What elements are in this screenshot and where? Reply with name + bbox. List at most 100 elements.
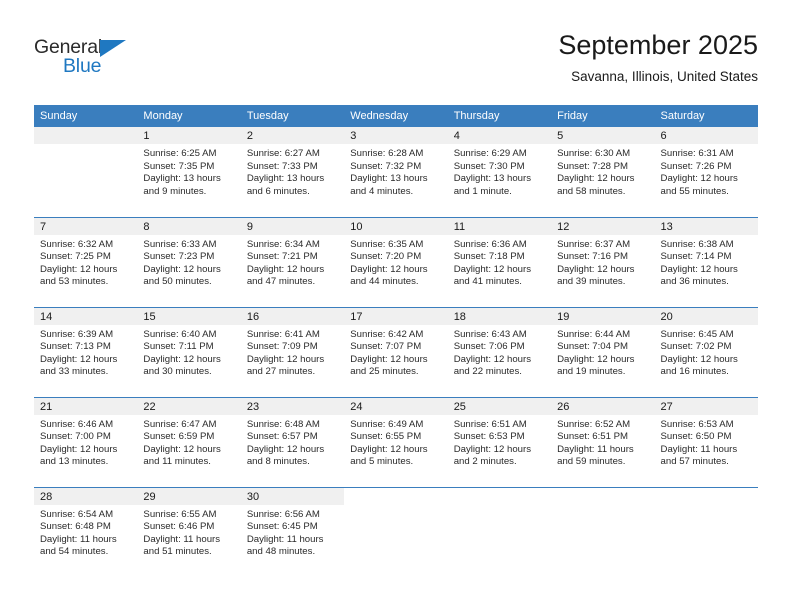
sunrise-time: Sunrise: 6:28 AM bbox=[350, 148, 424, 159]
day-details: Sunrise: 6:33 AM Sunset: 7:23 PM Daylight:… bbox=[137, 235, 240, 289]
sunrise-time: Sunrise: 6:32 AM bbox=[40, 238, 114, 250]
sunset-time: Sunset: 7:11 PM bbox=[143, 341, 214, 353]
day-number: 8 bbox=[137, 217, 241, 235]
calendar-day-cell[interactable]: 13 Sunrise: 6:38 AM Sunset: 7:14 PM Dayligh… bbox=[654, 216, 758, 307]
calendar-day-cell[interactable]: 9 Sunrise: 6:34 AM Sunset: 7:21 PM Daylight… bbox=[240, 216, 345, 307]
calendar-day-cell[interactable]: 20 Sunrise: 6:45 AM Sunset: 7:02 PM Dayligh… bbox=[654, 306, 758, 397]
day-details: Sunrise: 6:47 AM Sunset: 6:59 PM Daylight:… bbox=[137, 415, 240, 469]
daylight-duration-line2: and 58 minutes. bbox=[557, 185, 626, 197]
sunset-time: Sunset: 6:48 PM bbox=[40, 521, 111, 533]
daylight-duration-line2: and 8 minutes. bbox=[246, 456, 310, 468]
calendar-day-cell[interactable]: 16 Sunrise: 6:41 AM Sunset: 7:09 PM Dayligh… bbox=[240, 306, 345, 397]
calendar-day-cell[interactable]: 4 Sunrise: 6:29 AM Sunset: 7:30 PM Daylight… bbox=[447, 127, 552, 217]
daylight-duration-line2: and 44 minutes. bbox=[350, 276, 419, 288]
calendar-day-cell[interactable]: 30 Sunrise: 6:56 AM Sunset: 6:45 PM Dayligh… bbox=[240, 486, 345, 577]
title-block: September 2025 Savanna, Illinois, United… bbox=[558, 30, 758, 85]
calendar-day-cell[interactable]: 28 Sunrise: 6:54 AM Sunset: 6:48 PM Dayligh… bbox=[34, 486, 138, 577]
daylight-duration-line2: and 11 minutes. bbox=[143, 456, 211, 468]
calendar-day-cell[interactable]: 19 Sunrise: 6:44 AM Sunset: 7:04 PM Dayligh… bbox=[551, 306, 655, 397]
daylight-duration-line1: Daylight: 12 hours bbox=[453, 353, 532, 365]
sunset-time: Sunset: 7:18 PM bbox=[453, 251, 525, 263]
calendar-day-cell[interactable]: 24 Sunrise: 6:49 AM Sunset: 6:55 PM Dayligh… bbox=[344, 396, 448, 487]
day-details: Sunrise: 6:27 AM Sunset: 7:33 PM Daylight:… bbox=[241, 144, 344, 198]
day-number: 23 bbox=[240, 397, 345, 415]
calendar-day-cell[interactable]: 14 Sunrise: 6:39 AM Sunset: 7:13 PM Dayligh… bbox=[34, 306, 138, 397]
day-number: 12 bbox=[551, 217, 655, 235]
sunset-time: Sunset: 6:59 PM bbox=[143, 431, 215, 443]
calendar-day-cell[interactable]: 25 Sunrise: 6:51 AM Sunset: 6:53 PM Dayligh… bbox=[447, 396, 552, 487]
calendar-day-cell[interactable]: 15 Sunrise: 6:40 AM Sunset: 7:11 PM Dayligh… bbox=[137, 306, 241, 397]
sunrise-time: Sunrise: 6:36 AM bbox=[453, 238, 527, 250]
day-details: Sunrise: 6:25 AM Sunset: 7:35 PM Daylight:… bbox=[137, 144, 240, 198]
sunset-time: Sunset: 7:14 PM bbox=[660, 251, 732, 263]
daylight-duration-line2: and 25 minutes. bbox=[350, 366, 419, 378]
calendar-day-cell[interactable]: 5 Sunrise: 6:30 AM Sunset: 7:28 PM Daylight… bbox=[551, 127, 655, 217]
sunrise-time: Sunrise: 6:42 AM bbox=[350, 328, 424, 340]
daylight-duration-line2: and 57 minutes. bbox=[660, 456, 729, 468]
page-title: September 2025 bbox=[558, 30, 758, 60]
daylight-duration-line2: and 22 minutes. bbox=[453, 366, 522, 378]
sunrise-time: Sunrise: 6:37 AM bbox=[557, 238, 631, 250]
calendar-day-cell[interactable]: 23 Sunrise: 6:48 AM Sunset: 6:57 PM Dayligh… bbox=[240, 396, 345, 487]
calendar-week-row: 7 Sunrise: 6:32 AM Sunset: 7:25 PM Daylight… bbox=[34, 216, 758, 307]
calendar-day-cell[interactable]: 29 Sunrise: 6:55 AM Sunset: 6:46 PM Dayligh… bbox=[137, 486, 241, 577]
calendar-day-cell[interactable]: 2 Sunrise: 6:27 AM Sunset: 7:33 PM Daylight… bbox=[240, 127, 345, 217]
daylight-duration-line2: and 54 minutes. bbox=[40, 546, 109, 558]
calendar-empty-cell bbox=[344, 486, 448, 577]
calendar-day-cell[interactable]: 27 Sunrise: 6:53 AM Sunset: 6:50 PM Dayligh… bbox=[654, 396, 758, 487]
day-number: 7 bbox=[34, 217, 138, 235]
general-blue-logo[interactable]: General Blue bbox=[34, 37, 164, 86]
sunrise-time: Sunrise: 6:54 AM bbox=[40, 508, 114, 520]
calendar-day-cell[interactable]: 6 Sunrise: 6:31 AM Sunset: 7:26 PM Daylight… bbox=[654, 127, 758, 217]
calendar-day-cell[interactable]: 18 Sunrise: 6:43 AM Sunset: 7:06 PM Dayligh… bbox=[447, 306, 552, 397]
daylight-duration-line1: Daylight: 13 hours bbox=[453, 173, 532, 185]
day-number: 21 bbox=[34, 397, 138, 415]
sunrise-time: Sunrise: 6:33 AM bbox=[143, 238, 217, 250]
sunrise-time: Sunrise: 6:30 AM bbox=[557, 148, 631, 159]
sunset-time: Sunset: 6:51 PM bbox=[557, 431, 629, 443]
calendar-day-cell[interactable]: 26 Sunrise: 6:52 AM Sunset: 6:51 PM Dayligh… bbox=[551, 396, 655, 487]
daylight-duration-line2: and 1 minute. bbox=[453, 185, 512, 197]
calendar-day-cell[interactable]: 8 Sunrise: 6:33 AM Sunset: 7:23 PM Daylight… bbox=[137, 216, 241, 307]
calendar-day-cell[interactable]: 22 Sunrise: 6:47 AM Sunset: 6:59 PM Dayligh… bbox=[137, 396, 241, 487]
day-number: 3 bbox=[344, 127, 448, 144]
daylight-duration-line2: and 16 minutes. bbox=[660, 366, 729, 378]
day-number: 14 bbox=[34, 307, 138, 325]
calendar-day-cell[interactable]: 10 Sunrise: 6:35 AM Sunset: 7:20 PM Dayligh… bbox=[344, 216, 448, 307]
sunset-time: Sunset: 7:30 PM bbox=[453, 160, 525, 172]
day-details: Sunrise: 6:36 AM Sunset: 7:18 PM Daylight:… bbox=[448, 235, 551, 289]
sunset-time: Sunset: 7:32 PM bbox=[350, 160, 422, 172]
calendar-day-cell[interactable]: 7 Sunrise: 6:32 AM Sunset: 7:25 PM Daylight… bbox=[34, 216, 138, 307]
weekday-header-monday: Monday bbox=[137, 105, 241, 127]
daylight-duration-line2: and 2 minutes. bbox=[453, 456, 517, 468]
daylight-duration-line2: and 53 minutes. bbox=[40, 276, 109, 288]
sunset-time: Sunset: 6:50 PM bbox=[660, 431, 732, 443]
calendar-day-cell[interactable]: 12 Sunrise: 6:37 AM Sunset: 7:16 PM Dayligh… bbox=[551, 216, 655, 307]
day-details: Sunrise: 6:45 AM Sunset: 7:02 PM Daylight:… bbox=[655, 325, 758, 379]
sunset-time: Sunset: 7:28 PM bbox=[557, 160, 629, 172]
calendar-day-cell[interactable]: 3 Sunrise: 6:28 AM Sunset: 7:32 PM Daylight… bbox=[344, 127, 448, 217]
calendar-day-cell[interactable]: 1 Sunrise: 6:25 AM Sunset: 7:35 PM Daylight… bbox=[137, 127, 241, 217]
sunset-time: Sunset: 7:13 PM bbox=[40, 341, 111, 353]
day-number bbox=[344, 487, 448, 505]
daylight-duration-line1: Daylight: 13 hours bbox=[143, 173, 221, 185]
calendar-day-cell[interactable]: 11 Sunrise: 6:36 AM Sunset: 7:18 PM Dayligh… bbox=[447, 216, 552, 307]
calendar-day-cell[interactable]: 21 Sunrise: 6:46 AM Sunset: 7:00 PM Dayligh… bbox=[34, 396, 138, 487]
calendar-day-cell[interactable]: 17 Sunrise: 6:42 AM Sunset: 7:07 PM Dayligh… bbox=[344, 306, 448, 397]
sunset-time: Sunset: 7:21 PM bbox=[246, 251, 318, 263]
day-details: Sunrise: 6:56 AM Sunset: 6:45 PM Daylight:… bbox=[241, 505, 344, 559]
daylight-duration-line1: Daylight: 12 hours bbox=[40, 353, 118, 365]
calendar-week-row: 14 Sunrise: 6:39 AM Sunset: 7:13 PM Dayligh… bbox=[34, 306, 758, 397]
sunrise-time: Sunrise: 6:55 AM bbox=[143, 508, 217, 520]
day-number: 9 bbox=[240, 217, 345, 235]
daylight-duration-line1: Daylight: 13 hours bbox=[350, 173, 428, 185]
day-details: Sunrise: 6:32 AM Sunset: 7:25 PM Daylight:… bbox=[34, 235, 137, 289]
sunrise-time: Sunrise: 6:34 AM bbox=[246, 238, 320, 250]
day-details: Sunrise: 6:55 AM Sunset: 6:46 PM Daylight:… bbox=[137, 505, 240, 559]
daylight-duration-line2: and 9 minutes. bbox=[143, 185, 207, 197]
daylight-duration-line1: Daylight: 12 hours bbox=[660, 173, 738, 185]
sunrise-time: Sunrise: 6:41 AM bbox=[246, 328, 320, 340]
daylight-duration-line2: and 47 minutes. bbox=[246, 276, 316, 288]
sunrise-time: Sunrise: 6:39 AM bbox=[40, 328, 114, 340]
day-number: 22 bbox=[137, 397, 241, 415]
